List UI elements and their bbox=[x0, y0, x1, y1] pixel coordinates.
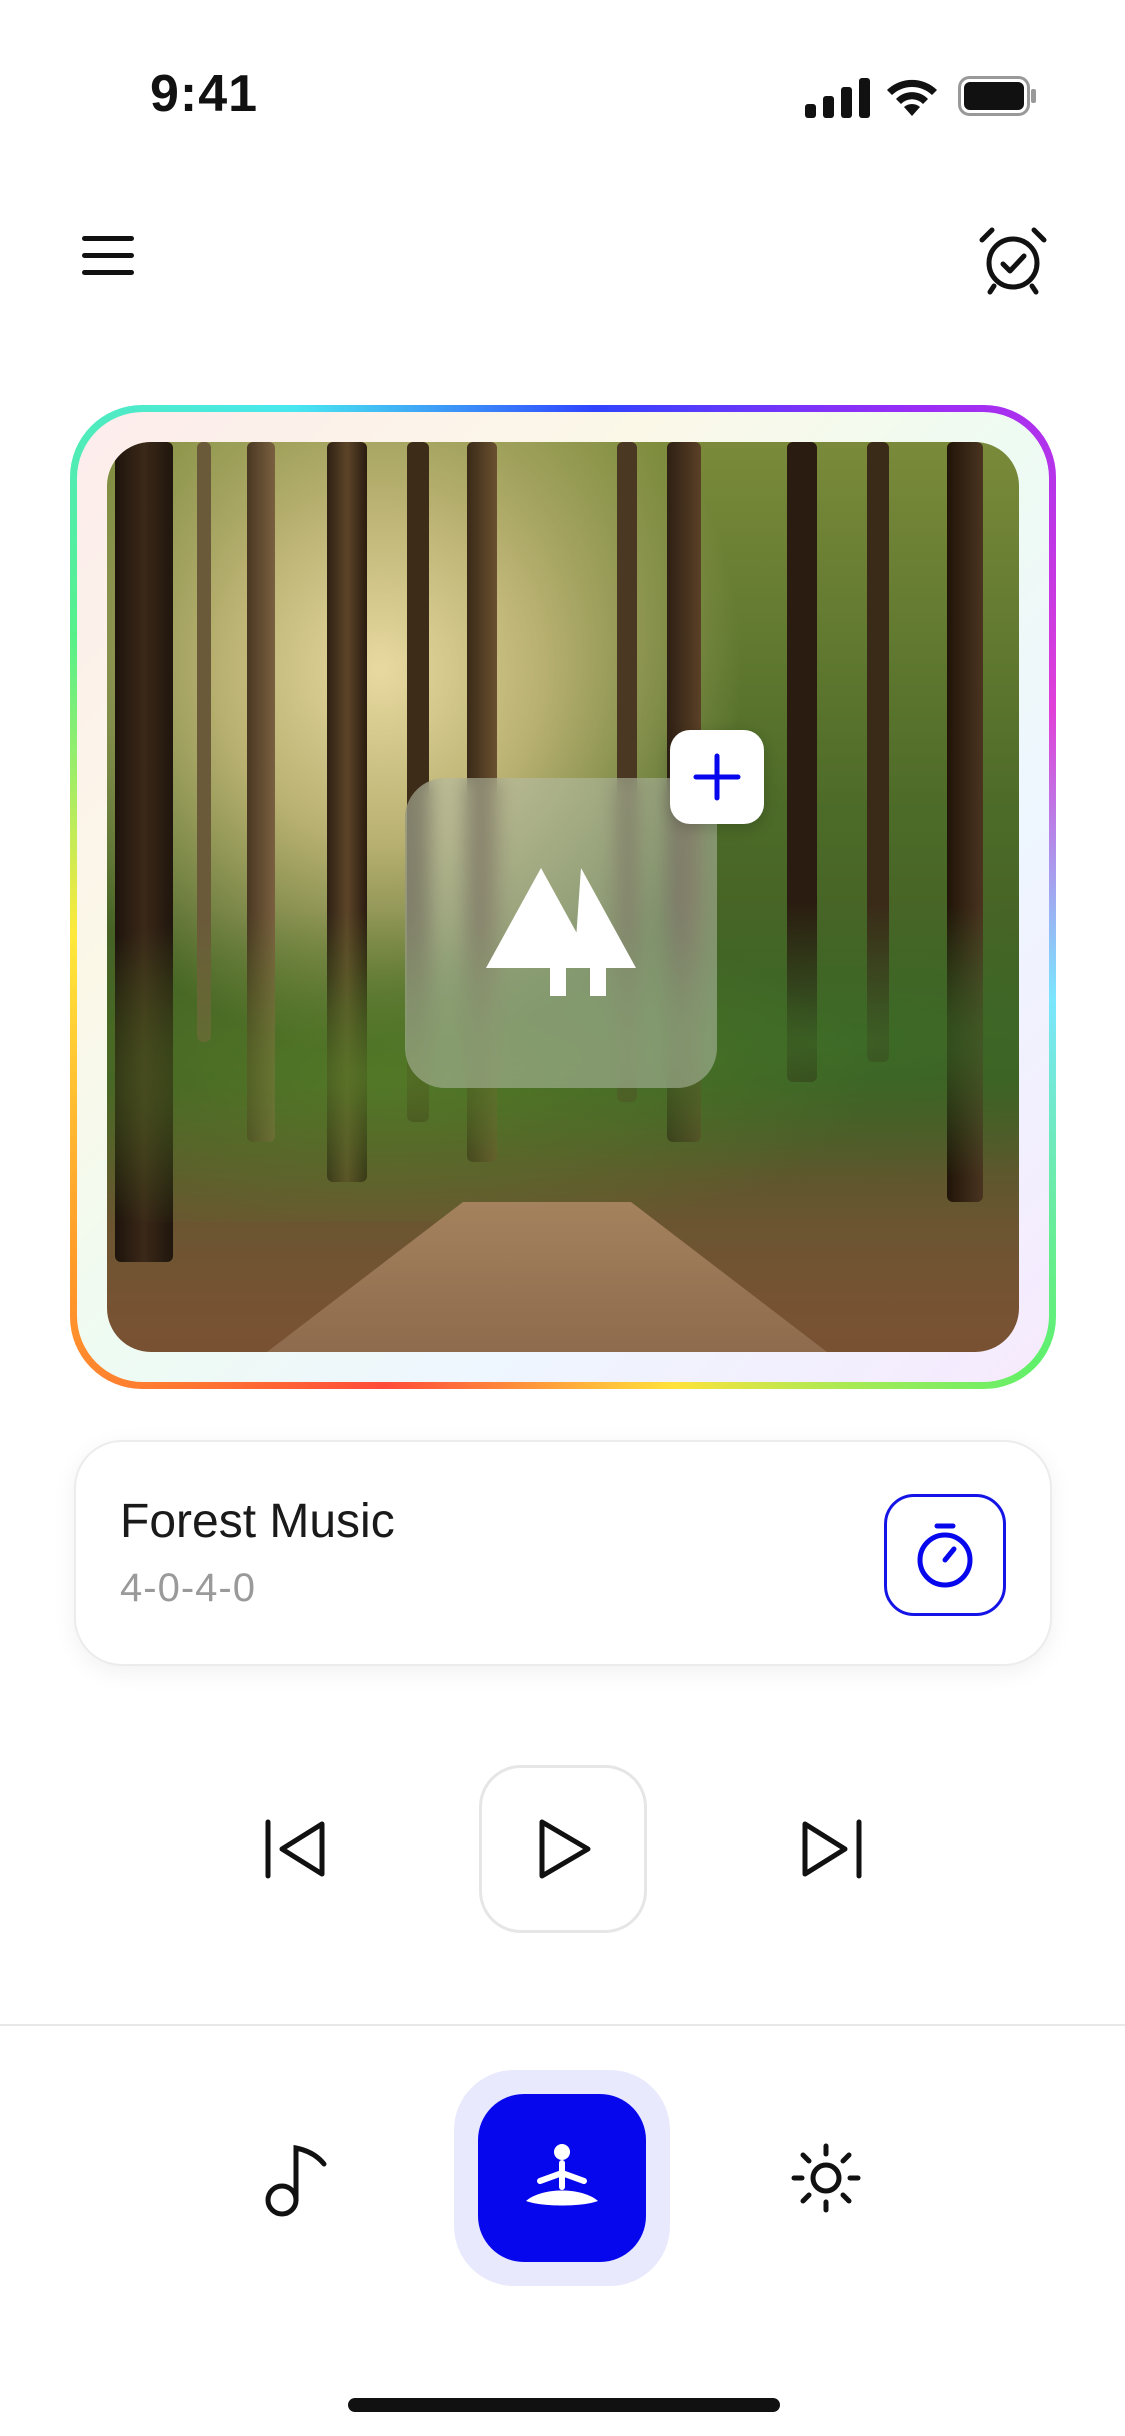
home-indicator[interactable] bbox=[348, 2398, 780, 2412]
track-title: Forest Music bbox=[120, 1495, 395, 1548]
cellular-signal-icon bbox=[805, 78, 870, 118]
wifi-icon bbox=[887, 79, 937, 116]
tab-music-icon[interactable] bbox=[262, 2140, 332, 2220]
tab-bar-divider bbox=[0, 2024, 1125, 2026]
alarm-clock-icon[interactable] bbox=[976, 222, 1050, 296]
play-button[interactable] bbox=[479, 1765, 647, 1933]
pine-trees-icon bbox=[486, 868, 636, 996]
tab-sun-icon[interactable] bbox=[790, 2142, 862, 2214]
previous-track-icon[interactable] bbox=[262, 1814, 332, 1884]
stopwatch-icon bbox=[917, 1523, 973, 1588]
play-icon bbox=[539, 1819, 591, 1879]
plus-icon bbox=[693, 753, 741, 801]
tab-meditate[interactable] bbox=[478, 2094, 646, 2262]
timer-button[interactable] bbox=[884, 1494, 1006, 1616]
scene-icon-tile bbox=[405, 778, 717, 1088]
breathing-pattern: 4-0-4-0 bbox=[120, 1566, 256, 1610]
menu-icon[interactable] bbox=[80, 232, 136, 280]
status-time: 9:41 bbox=[150, 65, 259, 123]
battery-icon bbox=[958, 76, 1036, 116]
next-track-icon[interactable] bbox=[795, 1814, 865, 1884]
meditation-icon bbox=[526, 2144, 598, 2206]
add-sound-button[interactable] bbox=[670, 730, 764, 824]
